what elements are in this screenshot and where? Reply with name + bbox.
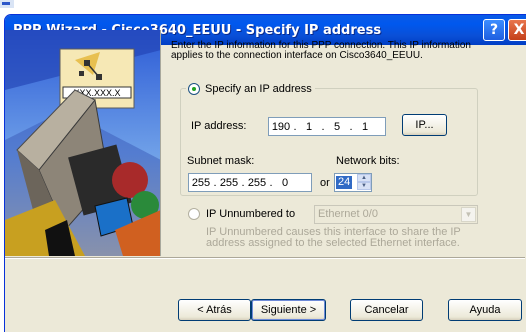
app-icon: [0, 0, 14, 8]
subnet-mask-label: Subnet mask:: [187, 155, 255, 167]
ip-address-input[interactable]: 190. 1. 5. 1: [268, 117, 386, 136]
network-bits-value[interactable]: 24: [336, 176, 353, 189]
or-label: or: [320, 177, 330, 189]
specify-ip-label: Specify an IP address: [205, 83, 312, 95]
radio-unselected-icon: [188, 208, 200, 220]
mask-octet-2[interactable]: 255: [217, 177, 241, 189]
radio-selected-icon: [188, 83, 200, 95]
mask-octet-1[interactable]: 255: [189, 177, 213, 189]
specify-ip-radio[interactable]: Specify an IP address: [186, 83, 315, 95]
back-button[interactable]: < Atrás: [178, 299, 251, 321]
ip-unnumbered-label: IP Unnumbered to: [206, 208, 296, 220]
description-text: Enter the IP information for this PPP co…: [171, 40, 471, 61]
help-icon[interactable]: ?: [483, 19, 505, 41]
ip-unnumbered-radio[interactable]: IP Unnumbered to: [188, 208, 295, 220]
wizard-illustration: XXX.XXX.X: [5, 30, 161, 256]
unnumbered-note: IP Unnumbered causes this interface to s…: [206, 226, 461, 249]
cancel-button[interactable]: Cancelar: [350, 299, 423, 321]
next-button[interactable]: Siguiente >: [251, 299, 326, 321]
mask-octet-4[interactable]: 0: [273, 177, 297, 189]
ip-octet-2[interactable]: 1: [297, 121, 321, 133]
subnet-mask-input[interactable]: 255. 255. 255. 0: [188, 173, 312, 192]
interface-dropdown[interactable]: Ethernet 0/0 ▼: [314, 205, 478, 224]
footer-divider: [5, 257, 525, 259]
ip-button[interactable]: IP...: [402, 114, 447, 136]
interface-value: Ethernet 0/0: [318, 208, 378, 220]
network-bits-label: Network bits:: [336, 155, 400, 167]
close-icon[interactable]: X: [508, 19, 526, 41]
ip-address-label: IP address:: [191, 120, 247, 132]
help-button[interactable]: Ayuda: [448, 299, 522, 321]
ip-octet-1[interactable]: 190: [269, 121, 293, 133]
mask-octet-3[interactable]: 255: [245, 177, 269, 189]
chevron-down-icon[interactable]: ▼: [461, 207, 476, 222]
spin-down-icon[interactable]: ▼: [357, 182, 371, 190]
ip-octet-4[interactable]: 1: [353, 121, 377, 133]
spin-up-icon[interactable]: ▲: [357, 174, 371, 182]
ip-octet-3[interactable]: 5: [325, 121, 349, 133]
network-bits-spinner[interactable]: 24 ▲ ▼: [334, 173, 372, 192]
